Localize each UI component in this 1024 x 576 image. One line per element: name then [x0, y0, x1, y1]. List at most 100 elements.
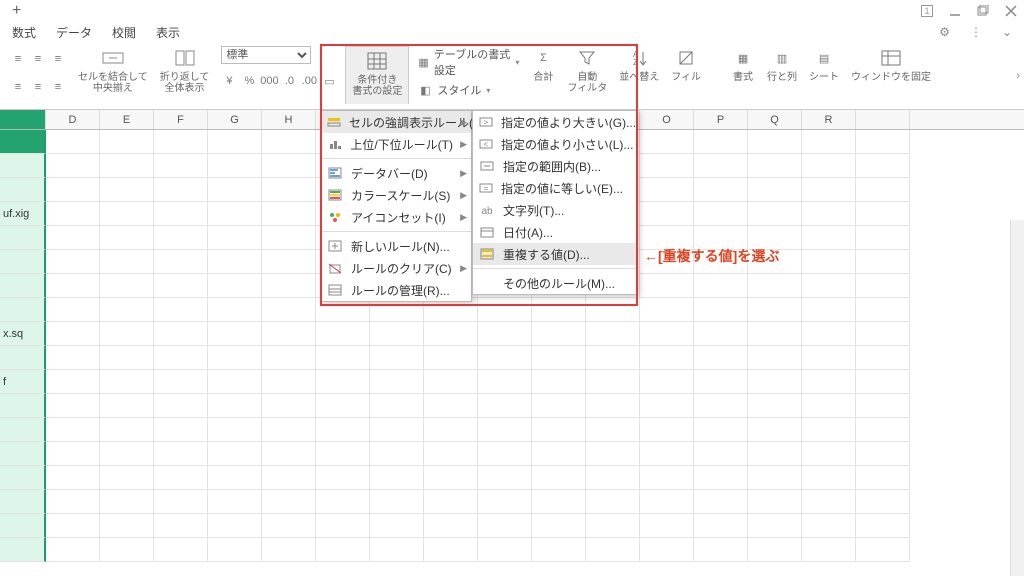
grid-cell[interactable] [694, 346, 748, 370]
grid-cell[interactable] [100, 346, 154, 370]
grid-cell[interactable] [46, 418, 100, 442]
menu-data[interactable]: データ [56, 24, 92, 41]
grid-cell[interactable] [694, 202, 748, 226]
sort-button[interactable]: AZ 並べ替え [615, 46, 663, 104]
grid-cell[interactable] [208, 202, 262, 226]
grid-cell[interactable] [856, 298, 910, 322]
grid-cell[interactable] [802, 418, 856, 442]
grid-cell[interactable] [640, 370, 694, 394]
grid-cell[interactable] [748, 298, 802, 322]
format-more-icon[interactable]: ▭ [321, 73, 337, 89]
grid-cell[interactable] [856, 202, 910, 226]
grid-cell[interactable] [586, 394, 640, 418]
grid-cell[interactable] [694, 538, 748, 562]
number-format-select[interactable]: 標準 [221, 46, 311, 64]
grid-cell[interactable] [154, 322, 208, 346]
grid-cell[interactable] [856, 442, 910, 466]
grid-cell[interactable] [316, 322, 370, 346]
grid-cell[interactable] [640, 514, 694, 538]
grid-cell[interactable] [154, 490, 208, 514]
menu-review[interactable]: 校閲 [112, 24, 136, 41]
grid-cell[interactable] [154, 442, 208, 466]
grid-cell[interactable] [640, 442, 694, 466]
row-first-cell[interactable] [0, 178, 46, 202]
condmenu-highlight[interactable]: セルの強調表示ルール(H)▶ [321, 111, 471, 133]
grid-cell[interactable] [262, 538, 316, 562]
grid-cell[interactable] [802, 370, 856, 394]
grid-cell[interactable] [532, 538, 586, 562]
grid-cell[interactable] [46, 202, 100, 226]
grid-cell[interactable] [316, 346, 370, 370]
grid-cell[interactable] [208, 130, 262, 154]
grid-cell[interactable] [802, 346, 856, 370]
grid-cell[interactable] [208, 466, 262, 490]
col-S[interactable] [856, 110, 910, 129]
grid-cell[interactable] [370, 538, 424, 562]
grid-cell[interactable] [262, 514, 316, 538]
grid-cell[interactable] [100, 370, 154, 394]
grid-cell[interactable] [856, 538, 910, 562]
grid-cell[interactable] [100, 466, 154, 490]
grid-cell[interactable] [748, 538, 802, 562]
grid-cell[interactable] [586, 346, 640, 370]
grid-cell[interactable] [532, 370, 586, 394]
grid-cell[interactable] [46, 490, 100, 514]
col-O[interactable]: O [640, 110, 694, 129]
indent-icon[interactable]: ≡ [30, 51, 46, 67]
grid-cell[interactable] [694, 130, 748, 154]
grid-cell[interactable] [802, 490, 856, 514]
rowcol-button[interactable]: ▥ 行と列 [763, 46, 801, 104]
grid-cell[interactable] [262, 178, 316, 202]
grid-cell[interactable] [640, 466, 694, 490]
col-Q[interactable]: Q [748, 110, 802, 129]
grid-cell[interactable] [586, 538, 640, 562]
grid-cell[interactable] [586, 418, 640, 442]
grid-cell[interactable] [478, 298, 532, 322]
grid-cell[interactable] [46, 130, 100, 154]
grid-cell[interactable] [748, 154, 802, 178]
row-first-cell[interactable]: x.sq [0, 322, 46, 346]
grid-cell[interactable] [640, 490, 694, 514]
ribbon-scroll-right-icon[interactable]: › [1016, 70, 1020, 82]
menu-view[interactable]: 表示 [156, 24, 180, 41]
grid-cell[interactable] [262, 274, 316, 298]
grid-cell[interactable] [370, 346, 424, 370]
grid-cell[interactable] [262, 466, 316, 490]
grid-cell[interactable] [100, 514, 154, 538]
grid-cell[interactable] [46, 538, 100, 562]
grid-cell[interactable] [478, 442, 532, 466]
grid-cell[interactable] [748, 514, 802, 538]
grid-cell[interactable] [694, 154, 748, 178]
grid-cell[interactable] [532, 322, 586, 346]
grid-cell[interactable] [370, 370, 424, 394]
grid-cell[interactable] [748, 394, 802, 418]
grid-cell[interactable] [802, 226, 856, 250]
close-button[interactable] [1004, 4, 1018, 18]
hlmenu-gt[interactable]: >指定の値より大きい(G)... [473, 111, 637, 133]
grid-cell[interactable] [154, 154, 208, 178]
grid-cell[interactable] [154, 250, 208, 274]
grid-cell[interactable] [802, 538, 856, 562]
grid-cell[interactable] [424, 466, 478, 490]
grid-cell[interactable] [208, 514, 262, 538]
hlmenu-other[interactable]: その他のルール(M)... [473, 272, 637, 294]
hlmenu-text[interactable]: ab文字列(T)... [473, 199, 637, 221]
grid-cell[interactable] [316, 418, 370, 442]
grid-cell[interactable] [802, 298, 856, 322]
grid-cell[interactable] [208, 442, 262, 466]
col-D[interactable]: D [46, 110, 100, 129]
grid-cell[interactable] [154, 514, 208, 538]
grid-cell[interactable] [424, 370, 478, 394]
grid-cell[interactable] [46, 154, 100, 178]
grid-cell[interactable] [586, 442, 640, 466]
grid-cell[interactable] [154, 418, 208, 442]
hlmenu-date[interactable]: 日付(A)... [473, 221, 637, 243]
grid-cell[interactable] [694, 370, 748, 394]
grid-cell[interactable] [856, 370, 910, 394]
grid-cell[interactable] [640, 346, 694, 370]
row-first-cell[interactable] [0, 226, 46, 250]
col-R[interactable]: R [802, 110, 856, 129]
grid-cell[interactable] [208, 394, 262, 418]
grid-cell[interactable] [262, 202, 316, 226]
condmenu-manage[interactable]: ルールの管理(R)... [321, 279, 471, 301]
